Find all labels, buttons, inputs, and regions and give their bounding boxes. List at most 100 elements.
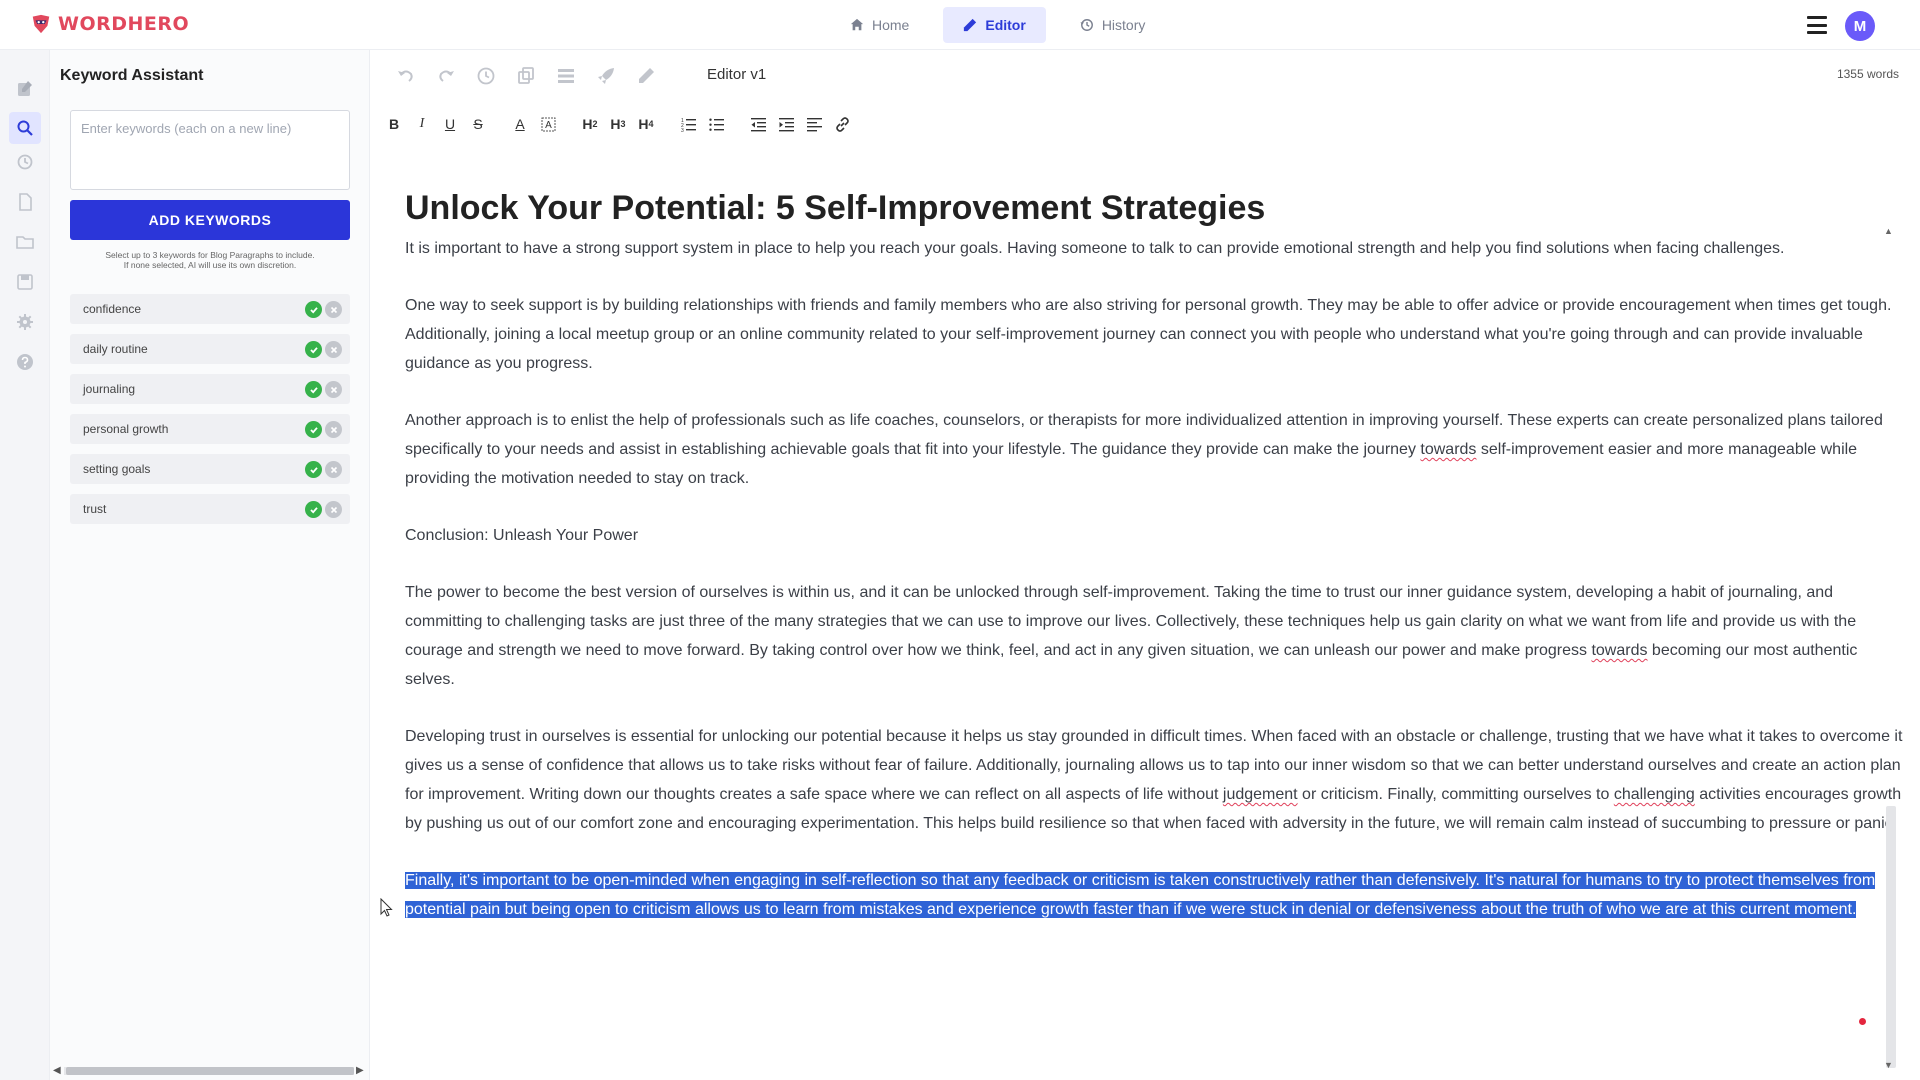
rail-settings-icon[interactable]: [13, 310, 37, 334]
font-color-button[interactable]: A: [506, 112, 534, 136]
outdent-icon[interactable]: [744, 112, 772, 136]
italic-button[interactable]: I: [408, 112, 436, 136]
bold-button[interactable]: B: [380, 112, 408, 136]
scroll-thumb[interactable]: [1886, 806, 1896, 1068]
document-content[interactable]: Unlock Your Potential: 5 Self-Improvemen…: [405, 180, 1905, 1060]
panel-title: Keyword Assistant: [60, 67, 204, 84]
rail-edit-icon[interactable]: [13, 77, 37, 101]
rail-help-icon[interactable]: [13, 350, 37, 374]
nav-history[interactable]: History: [1060, 7, 1166, 43]
remove-icon[interactable]: [325, 341, 342, 358]
history-icon: [1080, 19, 1093, 31]
heading2-button[interactable]: H2: [576, 112, 604, 136]
check-icon[interactable]: [305, 301, 322, 318]
indent-icon[interactable]: [772, 112, 800, 136]
scroll-up-icon[interactable]: ▲: [1884, 226, 1893, 236]
sidebar-rail: [0, 50, 50, 1080]
link-icon[interactable]: [828, 112, 856, 136]
paragraph: Another approach is to enlist the help o…: [405, 412, 1883, 487]
nav-home[interactable]: Home: [830, 7, 929, 43]
spelling-flag[interactable]: towards: [1591, 642, 1647, 659]
avatar[interactable]: M: [1845, 11, 1875, 41]
undo-icon[interactable]: [386, 64, 426, 88]
top-bar: WORDHERO Home Editor History M: [0, 0, 1920, 50]
keyword-label: trust: [83, 502, 107, 516]
scroll-down-icon[interactable]: ▼: [1884, 1060, 1893, 1070]
nav-history-label: History: [1101, 17, 1146, 33]
brand-name: WORDHERO: [58, 13, 190, 35]
spelling-flag[interactable]: towards: [1420, 441, 1476, 458]
selected-text[interactable]: Finally, it's important to be open-minde…: [405, 872, 1876, 918]
section-heading: Conclusion: Unleash Your Power: [405, 527, 639, 544]
nav-home-label: Home: [872, 17, 910, 33]
home-icon: [850, 18, 864, 31]
nav-editor[interactable]: Editor: [943, 7, 1046, 43]
word-count: 1355 words: [1836, 67, 1899, 81]
keyword-item[interactable]: confidence: [70, 294, 350, 324]
paragraph: It is important to have a strong support…: [405, 240, 1785, 257]
main-nav: Home Editor History: [830, 7, 1165, 43]
editor-toolbar-top: [386, 64, 666, 88]
edit-pencil-icon[interactable]: [626, 64, 666, 88]
keyword-assistant-panel: Keyword Assistant ADD KEYWORDS Select up…: [50, 50, 370, 1080]
ordered-list-icon[interactable]: 123: [674, 112, 702, 136]
paragraph: Developing trust in ourselves is essenti…: [405, 728, 1903, 832]
keyword-item[interactable]: journaling: [70, 374, 350, 404]
paragraph: One way to seek support is by building r…: [405, 297, 1892, 372]
paragraph-selected: Finally, it's important to be open-minde…: [405, 866, 1905, 924]
scroll-right-icon[interactable]: ▶: [356, 1065, 364, 1076]
scroll-thumb[interactable]: [66, 1067, 354, 1075]
keyword-label: journaling: [83, 382, 136, 396]
list-view-icon[interactable]: [546, 64, 586, 88]
hero-mask-icon: [32, 14, 50, 34]
menu-icon[interactable]: [1807, 16, 1827, 34]
keyword-item[interactable]: trust: [70, 494, 350, 524]
remove-icon[interactable]: [325, 381, 342, 398]
mouse-cursor-icon: [380, 898, 393, 917]
clock-icon[interactable]: [466, 64, 506, 88]
paragraph: The power to become the best version of …: [405, 584, 1858, 688]
scroll-left-icon[interactable]: ◀: [53, 1065, 61, 1076]
rail-document-icon[interactable]: [13, 190, 37, 214]
document-scrollbar[interactable]: ▲ ▼: [1884, 226, 1896, 1070]
keyword-item[interactable]: personal growth: [70, 414, 350, 444]
keyword-hint: Select up to 3 keywords for Blog Paragra…: [105, 250, 315, 270]
remove-icon[interactable]: [325, 301, 342, 318]
keyword-item[interactable]: daily routine: [70, 334, 350, 364]
keywords-input[interactable]: [70, 110, 350, 190]
keyword-list: confidence daily routine journaling pers…: [70, 294, 350, 534]
svg-text:A: A: [545, 120, 552, 131]
heading3-button[interactable]: H3: [604, 112, 632, 136]
format-toolbar: B I U S A A H2 H3 H4 123: [380, 110, 856, 138]
redo-icon[interactable]: [426, 64, 466, 88]
underline-button[interactable]: U: [436, 112, 464, 136]
panel-horizontal-scrollbar[interactable]: ◀ ▶: [50, 1064, 370, 1078]
heading4-button[interactable]: H4: [632, 112, 660, 136]
rail-save-icon[interactable]: [13, 270, 37, 294]
highlight-button[interactable]: A: [534, 112, 562, 136]
check-icon[interactable]: [305, 341, 322, 358]
copy-icon[interactable]: [506, 64, 546, 88]
check-icon[interactable]: [305, 501, 322, 518]
spelling-flag[interactable]: judgement: [1223, 786, 1298, 803]
remove-icon[interactable]: [325, 501, 342, 518]
remove-icon[interactable]: [325, 461, 342, 478]
rail-search-icon[interactable]: [9, 112, 41, 144]
keyword-label: setting goals: [83, 462, 151, 476]
align-icon[interactable]: [800, 112, 828, 136]
check-icon[interactable]: [305, 461, 322, 478]
add-keywords-button[interactable]: ADD KEYWORDS: [70, 200, 350, 240]
check-icon[interactable]: [305, 381, 322, 398]
pencil-icon: [964, 18, 977, 32]
check-icon[interactable]: [305, 421, 322, 438]
rocket-icon[interactable]: [586, 64, 626, 88]
rail-folder-icon[interactable]: [13, 230, 37, 254]
spelling-flag[interactable]: challenging: [1614, 786, 1695, 803]
bullet-list-icon[interactable]: [702, 112, 730, 136]
keyword-item[interactable]: setting goals: [70, 454, 350, 484]
editor-version: Editor v1: [707, 66, 767, 83]
logo[interactable]: WORDHERO: [30, 13, 189, 35]
strikethrough-button[interactable]: S: [464, 112, 492, 136]
remove-icon[interactable]: [325, 421, 342, 438]
rail-history-icon[interactable]: [13, 150, 37, 174]
